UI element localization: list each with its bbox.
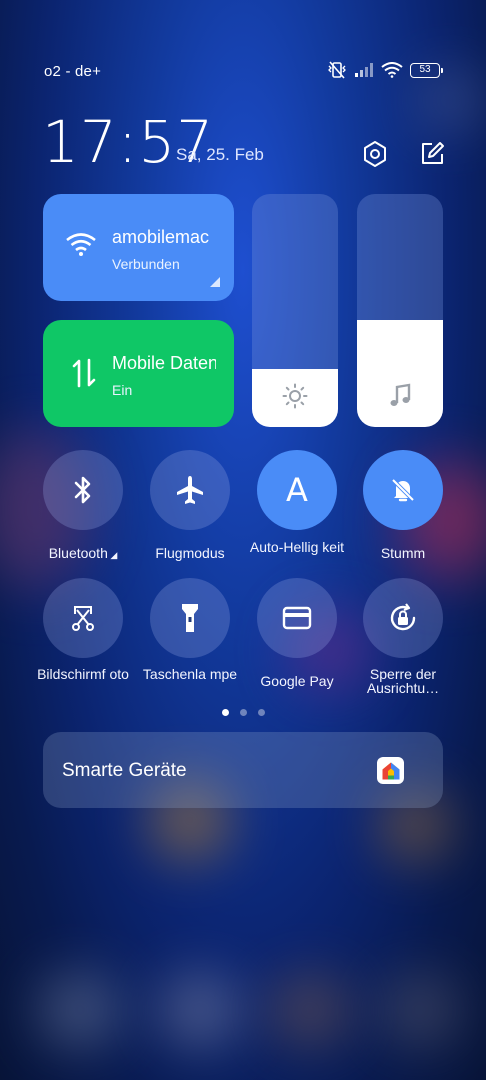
mute-toggle[interactable] bbox=[363, 450, 443, 530]
wifi-network-name: amobilemac bbox=[112, 227, 210, 247]
bluetooth-toggle[interactable] bbox=[43, 450, 123, 530]
page-dot[interactable] bbox=[222, 709, 229, 716]
brightness-slider[interactable] bbox=[252, 194, 338, 427]
page-dot[interactable] bbox=[258, 709, 265, 716]
rotation-lock-icon bbox=[390, 603, 416, 631]
bluetooth-label: Bluetooth ◢ bbox=[48, 545, 118, 561]
mobile-data-title: Mobile Daten bbox=[112, 353, 216, 373]
wifi-icon bbox=[381, 62, 403, 78]
bell-off-icon bbox=[391, 478, 415, 502]
screenshot-toggle[interactable] bbox=[43, 578, 123, 658]
card-icon bbox=[282, 606, 312, 630]
flashlight-icon bbox=[182, 604, 198, 632]
wifi-tile[interactable]: amobilemac Verbunden bbox=[43, 194, 234, 301]
clock-date: Sa, 25. Feb bbox=[176, 145, 264, 164]
mobile-data-tile[interactable]: Mobile Daten Ein bbox=[43, 320, 234, 427]
smart-devices-card[interactable]: Smarte Geräte bbox=[43, 732, 443, 808]
airplane-toggle[interactable] bbox=[150, 450, 230, 530]
carrier-label: o2 - de+ bbox=[44, 63, 102, 80]
edit-icon[interactable] bbox=[418, 140, 446, 168]
battery-icon: 53 bbox=[410, 62, 443, 78]
volume-slider[interactable] bbox=[357, 194, 443, 427]
smart-devices-label: Smarte Geräte bbox=[62, 760, 187, 781]
auto-a-icon: A bbox=[286, 471, 308, 509]
google-pay-label: Google Pay bbox=[260, 673, 334, 689]
expand-corner-icon[interactable] bbox=[210, 277, 220, 287]
mute-label: Stumm bbox=[380, 545, 426, 561]
clock-time: 17:57 bbox=[42, 108, 215, 176]
volume-slider-fill bbox=[357, 319, 443, 427]
page-indicator bbox=[222, 709, 265, 716]
auto-brightness-label: Auto-Hellig keit bbox=[249, 539, 345, 555]
vibrate-off-icon bbox=[328, 61, 346, 79]
screenshot-scissors-icon bbox=[72, 606, 94, 631]
settings-icon[interactable] bbox=[361, 140, 389, 168]
rotation-lock-label: Sperre der Ausrichtu… bbox=[366, 666, 440, 696]
screenshot-label: Bildschirmf oto bbox=[37, 666, 129, 682]
page-dot[interactable] bbox=[240, 709, 247, 716]
sun-icon bbox=[282, 383, 308, 409]
flashlight-toggle[interactable] bbox=[150, 578, 230, 658]
wifi-icon bbox=[66, 233, 96, 256]
airplane-icon bbox=[177, 476, 203, 504]
airplane-label: Flugmodus bbox=[155, 545, 225, 561]
mobile-data-status: Ein bbox=[112, 382, 133, 398]
wifi-status: Verbunden bbox=[112, 256, 180, 272]
bluetooth-icon bbox=[74, 476, 91, 504]
signal-icon bbox=[355, 63, 373, 77]
music-note-icon bbox=[390, 383, 411, 406]
rotation-lock-toggle[interactable] bbox=[363, 578, 443, 658]
google-home-icon bbox=[377, 757, 404, 784]
mobile-data-arrows-icon bbox=[72, 358, 96, 388]
status-icons: 53 bbox=[327, 61, 443, 79]
auto-brightness-toggle[interactable]: A bbox=[257, 450, 337, 530]
flashlight-label: Taschenla mpe bbox=[142, 666, 238, 682]
google-pay-toggle[interactable] bbox=[257, 578, 337, 658]
